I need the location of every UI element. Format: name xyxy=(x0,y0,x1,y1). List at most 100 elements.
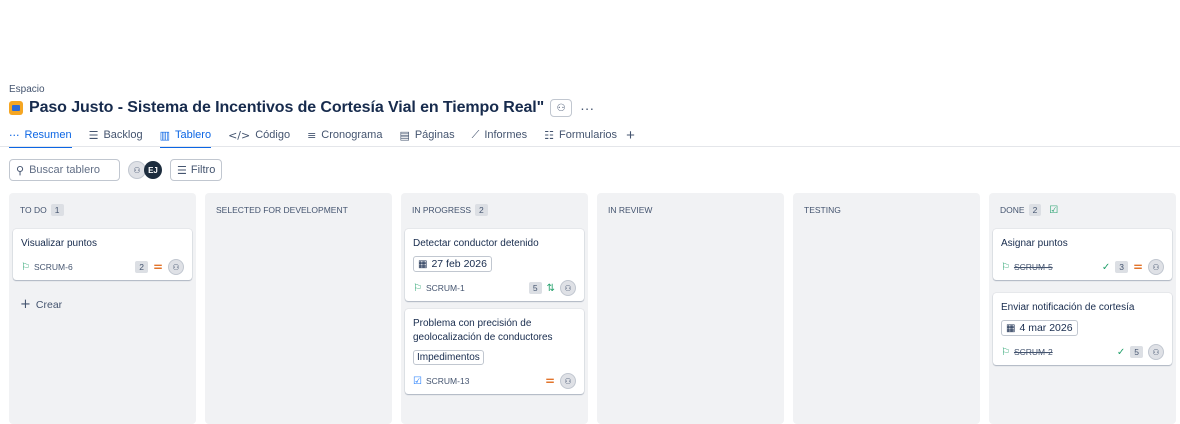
filter-button[interactable]: ☰ Filtro xyxy=(170,159,223,181)
reports-icon: ⟋ xyxy=(471,128,480,141)
header-divider xyxy=(0,146,1180,147)
done-check-icon: ✓ xyxy=(1101,261,1111,273)
card-title: Visualizar puntos xyxy=(21,238,97,249)
tab-informes[interactable]: ⟋ Informes xyxy=(472,124,528,146)
issue-card[interactable]: Asignar puntos ⚐ SCRUM-5 ✓ 3 = ⚇ xyxy=(993,229,1172,280)
dots-icon: ··· xyxy=(9,128,20,142)
search-placeholder: Buscar tablero xyxy=(29,164,100,176)
timeline-icon: ≡ xyxy=(307,128,317,142)
filter-label: Filtro xyxy=(190,164,216,176)
story-icon: ⚐ xyxy=(1001,261,1010,273)
pull-request-icon: ⇅ xyxy=(546,282,555,294)
tab-paginas[interactable]: ▤ Páginas xyxy=(399,124,454,146)
card-footer: ⚐ SCRUM-2 ✓ 5 ⚇ xyxy=(1001,339,1164,365)
card-title: Enviar notificación de cortesía xyxy=(1001,302,1135,313)
priority-medium-icon: = xyxy=(1132,260,1143,274)
add-tab-icon[interactable]: + xyxy=(626,127,635,144)
more-actions-button[interactable]: ··· xyxy=(580,101,594,115)
column-count: 1 xyxy=(50,204,64,216)
column-in-progress: IN PROGRESS 2 Detectar conductor detenid… xyxy=(401,193,588,424)
column-title: TO DO xyxy=(20,205,47,215)
project-tabs: ··· Resumen ☰ Backlog ▥ Tablero </> Códi… xyxy=(9,124,635,148)
column-testing: TESTING xyxy=(793,193,980,424)
card-footer: ⚐ SCRUM-6 2 = ⚇ xyxy=(21,254,184,280)
story-icon: ⚐ xyxy=(21,261,30,273)
avatar[interactable]: EJ xyxy=(144,161,162,179)
tab-resumen[interactable]: ··· Resumen xyxy=(9,124,72,148)
issue-key[interactable]: SCRUM-6 xyxy=(34,262,73,272)
assignee-icon[interactable]: ⚇ xyxy=(560,373,576,389)
board-toolbar: ⚲ Buscar tablero ⚇ EJ ☰ Filtro xyxy=(9,159,223,181)
search-input[interactable]: ⚲ Buscar tablero xyxy=(9,159,120,181)
due-date: ▦ 4 mar 2026 xyxy=(1001,320,1078,336)
column-header: TESTING xyxy=(804,203,841,217)
due-date-text: 4 mar 2026 xyxy=(1019,322,1073,334)
issue-card[interactable]: Problema con precisión de geolocalizació… xyxy=(405,309,584,394)
story-icon: ⚐ xyxy=(413,282,422,294)
card-footer: ☑ SCRUM-13 = ⚇ xyxy=(413,368,576,394)
tab-codigo[interactable]: </> Código xyxy=(228,124,290,146)
tab-formularios[interactable]: ☷ Formularios xyxy=(544,124,617,146)
assignee-icon[interactable]: ⚇ xyxy=(168,259,184,275)
done-checklist-icon: ☑ xyxy=(1049,204,1059,216)
card-title: Asignar puntos xyxy=(1001,238,1068,249)
tab-label: Resumen xyxy=(24,129,72,141)
card-title: Problema con precisión de geolocalizació… xyxy=(413,318,553,343)
create-label: Crear xyxy=(35,298,63,311)
story-points: 5 xyxy=(528,282,542,294)
task-icon: ☑ xyxy=(413,375,422,387)
card-title: Detectar conductor detenido xyxy=(413,238,539,249)
issue-key[interactable]: SCRUM-1 xyxy=(426,283,465,293)
calendar-icon: ▦ xyxy=(1006,322,1016,334)
issue-card[interactable]: Visualizar puntos ⚐ SCRUM-6 2 = ⚇ xyxy=(13,229,192,280)
column-title: SELECTED FOR DEVELOPMENT xyxy=(216,205,348,215)
column-title: IN REVIEW xyxy=(608,205,653,215)
column-header: SELECTED FOR DEVELOPMENT xyxy=(216,203,348,217)
assignee-icon[interactable]: ⚇ xyxy=(1148,344,1164,360)
priority-medium-icon: = xyxy=(544,374,555,388)
column-title: IN PROGRESS xyxy=(412,205,472,215)
column-selected: SELECTED FOR DEVELOPMENT xyxy=(205,193,392,424)
card-footer: ⚐ SCRUM-5 ✓ 3 = ⚇ xyxy=(1001,254,1164,280)
create-button[interactable]: + Crear xyxy=(20,297,62,312)
tab-label: Páginas xyxy=(414,129,455,141)
tab-cronograma[interactable]: ≡ Cronograma xyxy=(307,124,382,146)
tab-label: Tablero xyxy=(175,129,212,141)
issue-card[interactable]: Enviar notificación de cortesía ▦ 4 mar … xyxy=(993,293,1172,365)
search-icon: ⚲ xyxy=(16,163,25,177)
issue-key[interactable]: SCRUM-5 xyxy=(1014,262,1053,272)
pages-icon: ▤ xyxy=(399,128,410,142)
code-icon: </> xyxy=(228,128,251,142)
column-count: 2 xyxy=(475,204,488,216)
tab-label: Formularios xyxy=(558,129,618,141)
story-points: 5 xyxy=(1130,346,1143,358)
assignee-icon[interactable]: ⚇ xyxy=(1148,259,1164,275)
column-done: DONE 2 ☑ Asignar puntos ⚐ SCRUM-5 ✓ 3 = … xyxy=(989,193,1176,424)
tab-label: Informes xyxy=(484,129,528,141)
issue-card[interactable]: Detectar conductor detenido ▦ 27 feb 202… xyxy=(405,229,584,301)
column-in-review: IN REVIEW xyxy=(597,193,784,424)
tab-label: Código xyxy=(255,129,291,141)
filter-icon: ☰ xyxy=(177,163,187,177)
story-icon: ⚐ xyxy=(1001,346,1010,358)
column-header: IN REVIEW xyxy=(608,203,652,217)
flag-label: Impedimentos xyxy=(413,350,484,365)
due-date-text: 27 feb 2026 xyxy=(431,258,487,270)
team-icon[interactable]: ⚇ xyxy=(550,99,573,117)
project-title: Paso Justo - Sistema de Incentivos de Co… xyxy=(29,99,545,116)
column-header: IN PROGRESS 2 xyxy=(412,203,488,217)
issue-key[interactable]: SCRUM-2 xyxy=(1014,347,1053,357)
issue-key[interactable]: SCRUM-13 xyxy=(426,376,469,386)
tab-backlog[interactable]: ☰ Backlog xyxy=(89,124,143,146)
backlog-icon: ☰ xyxy=(88,128,99,142)
space-label: Espacio xyxy=(9,84,45,95)
done-check-icon: ✓ xyxy=(1116,346,1126,358)
board-icon: ▥ xyxy=(159,128,170,142)
card-footer: ⚐ SCRUM-1 5 ⇅ ⚇ xyxy=(413,275,576,301)
tab-tablero[interactable]: ▥ Tablero xyxy=(159,124,212,148)
priority-medium-icon: = xyxy=(152,260,163,274)
column-header: DONE 2 ☑ xyxy=(1000,203,1058,217)
assignee-icon[interactable]: ⚇ xyxy=(560,280,576,296)
plus-icon: + xyxy=(20,297,31,312)
column-count: 2 xyxy=(1028,204,1042,216)
